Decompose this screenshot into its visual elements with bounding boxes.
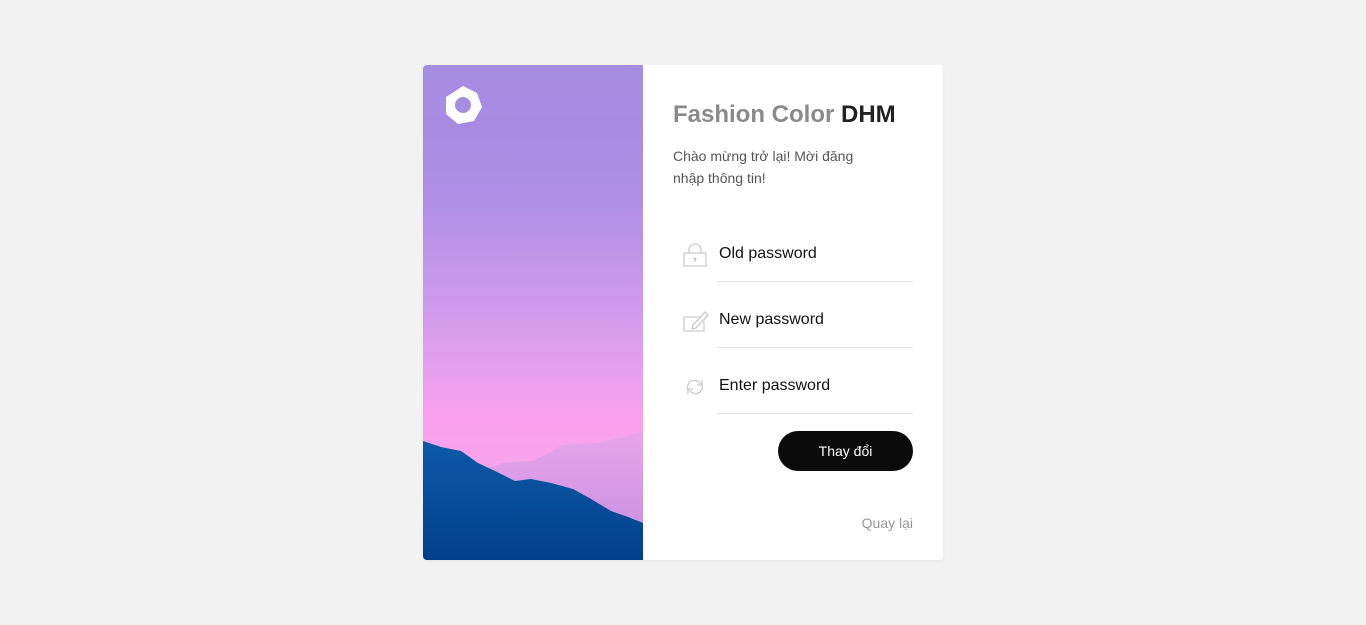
confirm-password-field (673, 359, 913, 415)
change-password-card: Fashion Color DHM Chào mừng trở lại! Mời… (423, 65, 943, 560)
back-link[interactable]: Quay lại (862, 515, 913, 531)
edit-icon (683, 311, 709, 332)
lock-icon (683, 243, 707, 267)
title-brand-strong: DHM (841, 101, 896, 128)
new-password-input[interactable] (717, 293, 913, 348)
new-password-field (673, 293, 913, 349)
refresh-icon (686, 379, 704, 395)
mountain-landscape (423, 431, 643, 560)
old-password-input[interactable] (717, 227, 913, 282)
page-title: Fashion Color DHM (673, 101, 896, 129)
welcome-text: Chào mừng trở lại! Mời đăng nhập thông t… (673, 148, 854, 186)
form-panel: Fashion Color DHM Chào mừng trở lại! Mời… (643, 65, 943, 560)
old-password-field (673, 227, 913, 283)
hero-image (423, 65, 643, 560)
confirm-password-input[interactable] (717, 359, 913, 414)
change-password-button[interactable]: Thay đổi (778, 431, 913, 471)
logo-icon (446, 86, 482, 124)
title-brand: Fashion Color (673, 101, 841, 128)
